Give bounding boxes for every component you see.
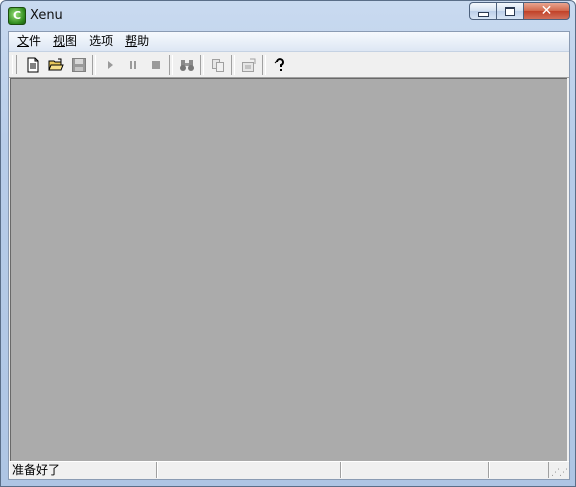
pause-icon bbox=[129, 60, 136, 69]
toolbar-separator bbox=[262, 54, 266, 75]
properties-icon bbox=[241, 58, 255, 72]
minimize-button[interactable] bbox=[469, 2, 496, 20]
menu-bar: 文件 视图 选项 帮助 bbox=[9, 32, 569, 52]
new-button[interactable] bbox=[21, 54, 44, 76]
minimize-icon bbox=[477, 11, 489, 17]
toolbar-separator bbox=[200, 54, 204, 75]
menu-options[interactable]: 选项 bbox=[83, 32, 119, 51]
title-bar[interactable]: C Xenu ✕ bbox=[1, 1, 575, 31]
help-button[interactable] bbox=[268, 54, 291, 76]
close-button[interactable]: ✕ bbox=[523, 2, 570, 20]
mdi-workspace[interactable] bbox=[10, 78, 567, 462]
properties-button[interactable] bbox=[237, 54, 260, 76]
play-button[interactable] bbox=[98, 54, 121, 76]
pause-button[interactable] bbox=[121, 54, 144, 76]
status-text: 准备好了 bbox=[9, 462, 157, 478]
find-button[interactable] bbox=[175, 54, 198, 76]
play-icon bbox=[107, 60, 113, 69]
save-icon bbox=[71, 57, 86, 72]
open-button[interactable] bbox=[44, 54, 67, 76]
toolbar-separator bbox=[169, 54, 173, 75]
menu-file[interactable]: 文件 bbox=[11, 32, 47, 51]
xenu-frog-icon[interactable]: C bbox=[8, 7, 26, 25]
toolbar bbox=[9, 52, 569, 78]
caption-buttons: ✕ bbox=[469, 2, 570, 20]
close-icon: ✕ bbox=[540, 3, 553, 19]
new-icon bbox=[27, 57, 38, 72]
copy-button[interactable] bbox=[206, 54, 229, 76]
size-grip-icon: ⋰⋰ bbox=[551, 468, 568, 478]
help-icon bbox=[274, 57, 284, 71]
open-icon bbox=[47, 58, 64, 70]
save-button[interactable] bbox=[67, 54, 90, 76]
stop-button[interactable] bbox=[144, 54, 167, 76]
application-window: C Xenu ✕ 文件 视图 选项 帮助 准备好了 ⋰⋰ bbox=[0, 0, 576, 487]
maximize-button[interactable] bbox=[496, 2, 523, 20]
binoculars-icon bbox=[179, 59, 194, 71]
menu-help[interactable]: 帮助 bbox=[119, 32, 155, 51]
toolbar-separator bbox=[231, 54, 235, 75]
resize-grip[interactable]: ⋰⋰ bbox=[549, 462, 569, 479]
copy-icon bbox=[211, 58, 224, 72]
maximize-icon bbox=[505, 6, 515, 16]
toolbar-separator bbox=[92, 54, 96, 75]
status-bar: 准备好了 ⋰⋰ bbox=[9, 461, 569, 479]
menu-view[interactable]: 视图 bbox=[47, 32, 83, 51]
status-pane bbox=[157, 462, 341, 478]
status-pane bbox=[489, 462, 549, 478]
client-area: 文件 视图 选项 帮助 准备好了 ⋰⋰ bbox=[8, 31, 570, 480]
stop-icon bbox=[151, 60, 160, 69]
toolbar-grip[interactable] bbox=[12, 55, 17, 74]
window-title: Xenu bbox=[30, 8, 63, 23]
status-pane bbox=[341, 462, 489, 478]
